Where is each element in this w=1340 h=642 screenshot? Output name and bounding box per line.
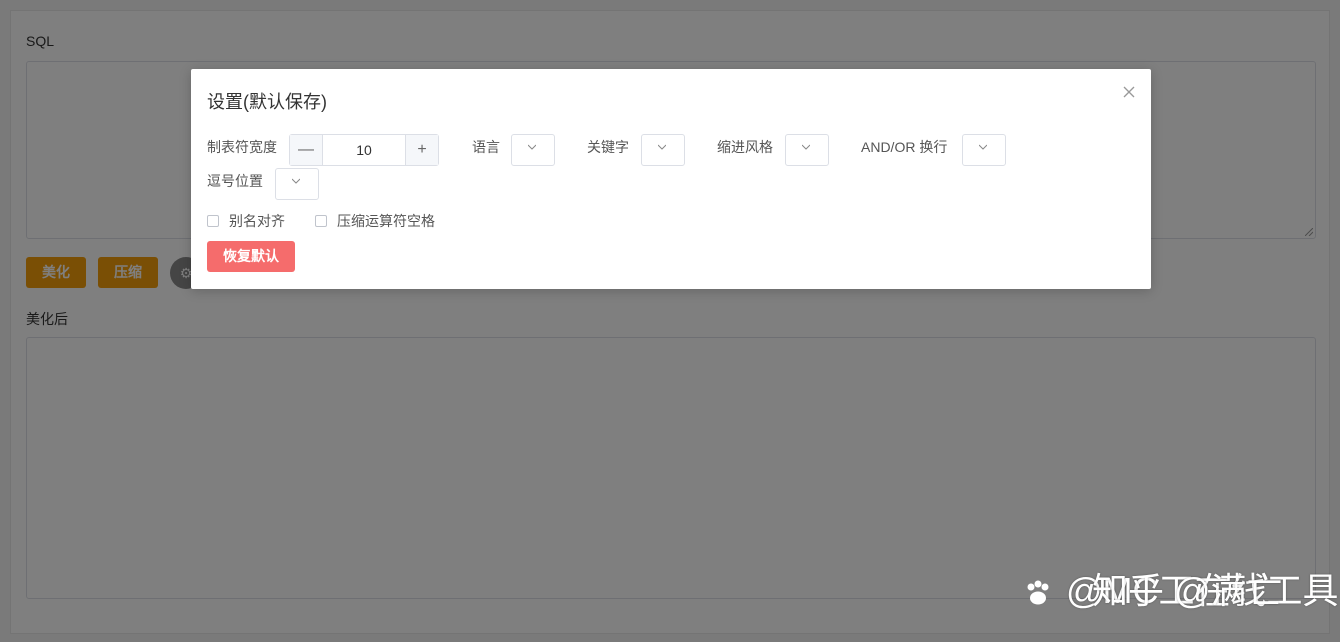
decrement-button[interactable]: — — [290, 135, 323, 165]
alias-align-label: 别名对齐 — [229, 213, 285, 229]
reset-default-button[interactable]: 恢复默认 — [207, 241, 295, 272]
keyword-select[interactable] — [641, 134, 685, 166]
chevron-down-icon — [292, 178, 300, 184]
paw-icon — [1027, 580, 1049, 605]
increment-button[interactable]: + — [405, 135, 438, 165]
comma-position-label: 逗号位置 — [207, 173, 263, 189]
alias-align-checkbox[interactable] — [207, 215, 219, 227]
indent-style-select[interactable] — [785, 134, 829, 166]
and-or-newline-label: AND/OR 换行 — [861, 139, 948, 155]
chevron-down-icon — [802, 144, 810, 150]
watermark-overlay-text: 知乎 @满亡 — [1092, 570, 1283, 611]
chevron-down-icon — [658, 144, 666, 150]
compress-operator-space-label: 压缩运算符空格 — [337, 213, 435, 229]
chevron-down-icon — [528, 144, 536, 150]
and-or-newline-select[interactable] — [962, 134, 1006, 166]
dialog-title: 设置(默认保存) — [207, 92, 327, 112]
compress-operator-space-option[interactable]: 压缩运算符空格 — [315, 211, 435, 231]
chevron-down-icon — [979, 144, 987, 150]
language-label: 语言 — [472, 139, 500, 155]
compress-operator-space-checkbox[interactable] — [315, 215, 327, 227]
alias-align-option[interactable]: 别名对齐 — [207, 211, 285, 231]
tab-width-stepper: — 10 + — [289, 134, 439, 166]
watermark: @MC工在线工具 知乎 @满亡 — [1022, 562, 1339, 614]
comma-position-select[interactable] — [275, 168, 319, 200]
tab-width-label: 制表符宽度 — [207, 139, 277, 155]
language-select[interactable] — [511, 134, 555, 166]
tab-width-value[interactable]: 10 — [323, 135, 405, 165]
indent-style-label: 缩进风格 — [717, 139, 773, 155]
settings-dialog: 设置(默认保存) 制表符宽度 — 10 + 语言 关键字 缩进风格 AND/OR… — [191, 69, 1151, 289]
close-icon[interactable] — [1123, 81, 1135, 104]
keyword-label: 关键字 — [587, 139, 629, 155]
